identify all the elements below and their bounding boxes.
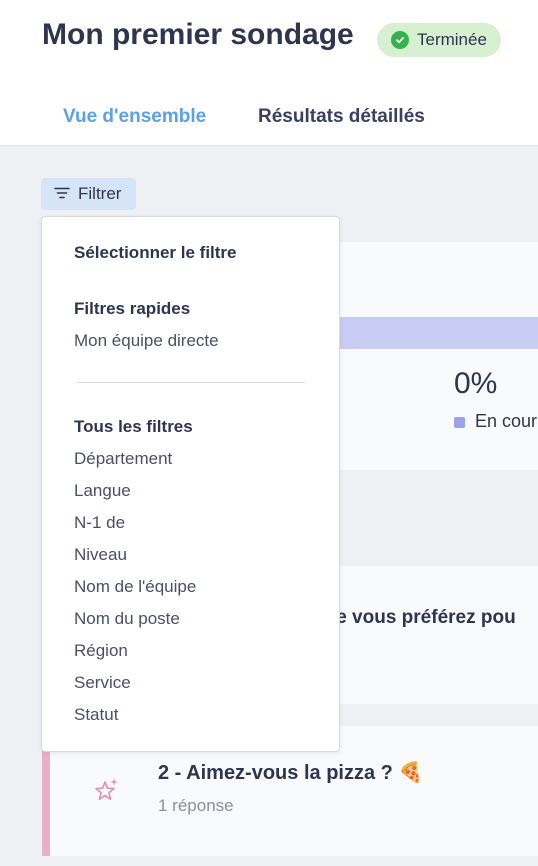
- quick-filters-heading: Filtres rapides: [74, 299, 191, 318]
- tab-overview[interactable]: Vue d'ensemble: [63, 106, 206, 128]
- filter-option-job-title[interactable]: Nom du poste: [74, 609, 180, 629]
- filter-option-team-name[interactable]: Nom de l'équipe: [74, 577, 196, 597]
- response-count: 1 réponse: [158, 796, 234, 815]
- filter-option-region[interactable]: Région: [74, 641, 128, 661]
- filter-option-manager[interactable]: N-1 de: [74, 513, 125, 533]
- filter-option-service[interactable]: Service: [74, 673, 131, 693]
- status-badge: Terminée: [377, 23, 501, 57]
- legend-label: En cour: [475, 411, 538, 431]
- filter-icon: [54, 184, 70, 204]
- question-title: 2 - Aimez-vous la pizza ? 🍕: [158, 762, 424, 784]
- dropdown-title: Sélectionner le filtre: [74, 243, 237, 262]
- filter-option-my-direct-team[interactable]: Mon équipe directe: [74, 331, 219, 351]
- filter-option-level[interactable]: Niveau: [74, 545, 127, 565]
- page-header: Mon premier sondage Terminée Vue d'ensem…: [0, 0, 538, 146]
- stat-percent: 0%: [454, 367, 498, 400]
- status-label: Terminée: [417, 30, 487, 49]
- survey-results-page: Mon premier sondage Terminée Vue d'ensem…: [0, 0, 538, 866]
- check-circle-icon: [391, 31, 409, 49]
- filter-button-label: Filtrer: [78, 184, 122, 203]
- filter-option-language[interactable]: Langue: [74, 481, 131, 501]
- filter-option-status[interactable]: Statut: [74, 705, 118, 725]
- dropdown-divider: [77, 382, 305, 383]
- star-sparkle-icon: [93, 778, 119, 804]
- filter-dropdown: Sélectionner le filtre Filtres rapides M…: [41, 216, 340, 752]
- all-filters-heading: Tous les filtres: [74, 417, 193, 436]
- page-title: Mon premier sondage: [42, 18, 354, 51]
- filter-option-department[interactable]: Département: [74, 449, 172, 469]
- legend-swatch: [454, 417, 465, 428]
- tab-detailed-results[interactable]: Résultats détaillés: [258, 106, 425, 128]
- filter-button[interactable]: Filtrer: [41, 178, 136, 210]
